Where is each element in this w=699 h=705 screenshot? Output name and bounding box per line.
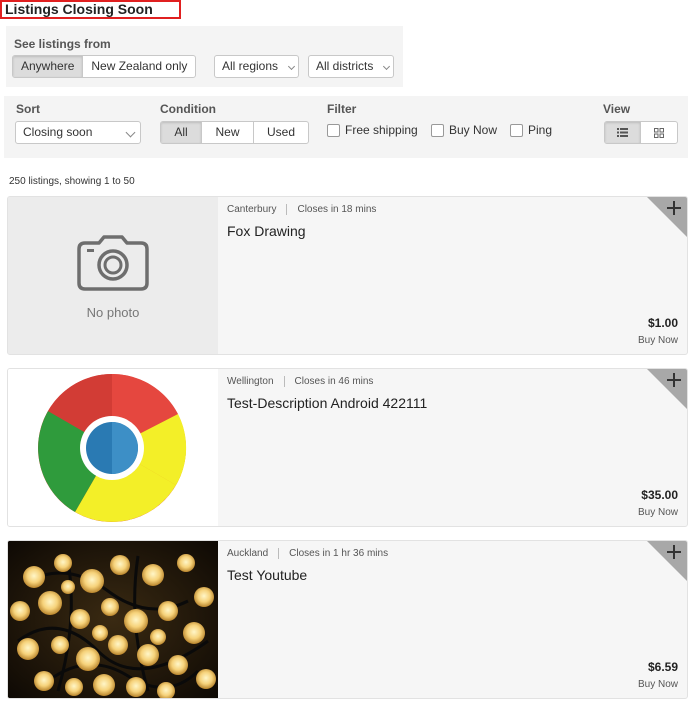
- watchlist-add-icon[interactable]: [647, 197, 687, 237]
- listing-price: $6.59: [647, 660, 678, 674]
- list-view-button[interactable]: [605, 122, 641, 143]
- grid-view-button[interactable]: [641, 122, 677, 143]
- listing-closes: Closes in 18 mins: [297, 204, 377, 215]
- listing-title[interactable]: Test Youtube: [227, 567, 307, 583]
- listing-price-type: Buy Now: [637, 679, 678, 690]
- filter-label: Filter: [327, 102, 357, 116]
- sort-dropdown[interactable]: Closing soon: [15, 121, 141, 144]
- condition-option-all[interactable]: All: [161, 122, 202, 143]
- regions-dropdown-value: All regions: [222, 59, 279, 73]
- results-summary: 250 listings, showing 1 to 50: [9, 176, 135, 187]
- refine-panel: Sort Closing soon Condition All New Used…: [4, 96, 688, 158]
- regions-dropdown[interactable]: All regions: [214, 55, 299, 78]
- listing-price-type: Buy Now: [637, 507, 678, 518]
- listing-card[interactable]: No photo Canterbury Closes in 18 mins Fo…: [7, 196, 688, 355]
- listing-price-type: Buy Now: [637, 335, 678, 346]
- condition-label: Condition: [160, 102, 216, 116]
- listing-price: $1.00: [647, 316, 678, 330]
- no-photo-label: No photo: [86, 305, 140, 320]
- listing-thumbnail[interactable]: [8, 541, 218, 698]
- camera-icon: [77, 235, 149, 291]
- checkbox-box: [510, 123, 523, 137]
- listing-card[interactable]: Wellington Closes in 46 mins Test-Descri…: [7, 368, 688, 527]
- chevron-down-icon: [382, 62, 391, 71]
- sort-label: Sort: [16, 102, 40, 116]
- listing-closes: Closes in 1 hr 36 mins: [289, 548, 389, 559]
- condition-option-new[interactable]: New: [202, 122, 254, 143]
- grid-view-icon: [654, 127, 664, 138]
- location-filter-panel: See listings from Anywhere New Zealand o…: [6, 26, 403, 87]
- chrome-logo-image: [38, 373, 187, 522]
- listing-meta: Canterbury Closes in 18 mins: [227, 204, 376, 215]
- checkbox-box: [431, 123, 444, 137]
- listing-thumbnail[interactable]: [8, 369, 218, 526]
- listing-location: Auckland: [227, 548, 269, 559]
- listing-card[interactable]: Auckland Closes in 1 hr 36 mins Test You…: [7, 540, 688, 699]
- listing-location: Canterbury: [227, 204, 277, 215]
- listing-price: $35.00: [641, 488, 678, 502]
- ping-checkbox[interactable]: Ping: [510, 123, 552, 137]
- listing-meta: Wellington Closes in 46 mins: [227, 376, 373, 387]
- sort-dropdown-value: Closing soon: [23, 125, 93, 139]
- meta-divider: [283, 376, 285, 387]
- free-shipping-label: Free shipping: [345, 123, 418, 137]
- chevron-down-icon: [125, 127, 136, 138]
- chevron-down-icon: [287, 62, 296, 71]
- buy-now-checkbox[interactable]: Buy Now: [431, 123, 497, 137]
- view-label: View: [603, 102, 631, 116]
- buy-now-label: Buy Now: [449, 123, 498, 137]
- districts-dropdown-value: All districts: [316, 59, 374, 73]
- listing-title[interactable]: Test-Description Android 422111: [227, 395, 427, 411]
- listing-thumbnail[interactable]: No photo: [8, 197, 218, 354]
- location-toggle: Anywhere New Zealand only: [12, 55, 197, 78]
- meta-divider: [278, 548, 280, 559]
- ping-label: Ping: [528, 123, 553, 137]
- view-toggle: [604, 121, 678, 144]
- condition-option-used[interactable]: Used: [254, 122, 308, 143]
- location-label: See listings from: [14, 37, 111, 51]
- listing-meta: Auckland Closes in 1 hr 36 mins: [227, 548, 388, 559]
- checkbox-box: [327, 123, 340, 137]
- list-view-icon: [617, 128, 628, 137]
- listing-title[interactable]: Fox Drawing: [227, 223, 306, 239]
- free-shipping-checkbox[interactable]: Free shipping: [327, 123, 418, 137]
- meta-divider: [286, 204, 288, 215]
- watchlist-add-icon[interactable]: [647, 541, 687, 581]
- districts-dropdown[interactable]: All districts: [308, 55, 394, 78]
- listing-closes: Closes in 46 mins: [294, 376, 374, 387]
- page-title: Listings Closing Soon: [0, 0, 181, 19]
- condition-toggle: All New Used: [160, 121, 309, 144]
- string-lights-photo: [8, 541, 218, 698]
- listing-location: Wellington: [227, 376, 274, 387]
- location-option-anywhere[interactable]: Anywhere: [13, 56, 84, 77]
- location-option-nz-only[interactable]: New Zealand only: [83, 56, 195, 77]
- watchlist-add-icon[interactable]: [647, 369, 687, 409]
